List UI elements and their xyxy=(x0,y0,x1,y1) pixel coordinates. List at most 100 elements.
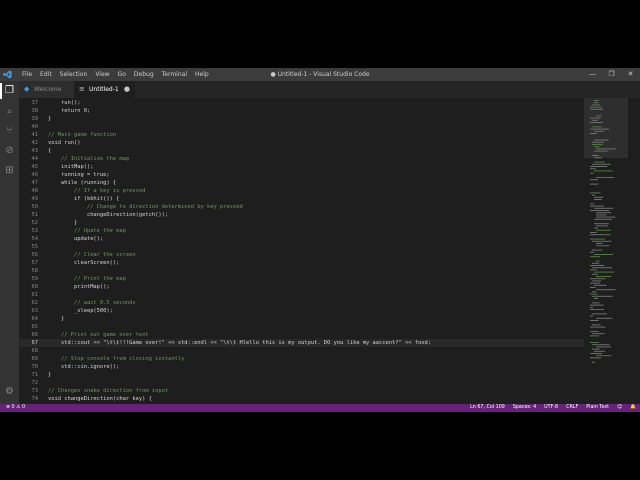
minimap-line xyxy=(594,196,604,198)
tab-label: Untitled-1 xyxy=(89,86,119,93)
restore-icon[interactable]: ❐ xyxy=(602,68,621,81)
code-line[interactable]: 71} xyxy=(19,371,584,379)
code-line[interactable]: 41 // Main game function xyxy=(19,131,584,139)
code-line[interactable]: 69 // Stop console from closing instantl… xyxy=(19,355,584,363)
source-control-icon[interactable]: ⑂ xyxy=(3,124,16,137)
code-line[interactable]: 62 // wait 0.5 seconds xyxy=(19,299,584,307)
minimap-line xyxy=(594,207,614,209)
search-icon[interactable]: ⌕ xyxy=(3,105,16,118)
code-line[interactable]: 59 // Print the map xyxy=(19,275,584,283)
menu-debug[interactable]: Debug xyxy=(130,68,158,81)
cursor-position[interactable]: Ln 67, Col 109 xyxy=(470,404,505,412)
problems-indicator[interactable]: ⊗ 0 ⚠ 0 xyxy=(6,404,25,412)
line-number: 60 xyxy=(31,284,39,290)
settings-gear-icon[interactable]: ⚙ xyxy=(3,385,16,398)
code-line[interactable]: 42 void run() xyxy=(19,139,584,147)
code-editor[interactable]: 37 run(); 38 return 0; 39} 40 41// Main game… xyxy=(19,98,584,404)
line-number: 48 xyxy=(31,188,39,194)
code-line[interactable]: 58 xyxy=(19,267,584,275)
minimap-line xyxy=(592,291,597,293)
code-line[interactable]: 68 xyxy=(19,347,584,355)
code-line[interactable]: 61 xyxy=(19,291,584,299)
minimap-line xyxy=(594,284,607,286)
code-line[interactable]: 64 } xyxy=(19,315,584,323)
minimap-line xyxy=(592,273,598,275)
code-line[interactable]: 40 xyxy=(19,123,584,131)
debug-icon[interactable]: ⊘ xyxy=(3,144,16,157)
code-line[interactable]: 70 std::cin.ignore(); xyxy=(19,363,584,371)
code-line[interactable]: 38 return 0; xyxy=(19,107,584,115)
notifications-bell-icon[interactable]: 🔔 xyxy=(630,404,636,412)
line-text: _sleep(500); xyxy=(48,308,113,314)
code-line[interactable]: 54 update(); xyxy=(19,235,584,243)
minimap-line xyxy=(592,267,613,269)
code-line[interactable]: 37 run(); xyxy=(19,99,584,107)
code-line[interactable]: 46 running = true; xyxy=(19,171,584,179)
line-number: 71 xyxy=(31,372,39,378)
vscode-window: ● Untitled-1 - Visual Studio Code File E… xyxy=(0,68,640,412)
encoding[interactable]: UTF-8 xyxy=(544,404,558,412)
line-number: 68 xyxy=(31,348,39,354)
code-line[interactable]: 67 std::cout << "\t\t!!!Game over!" << s… xyxy=(19,339,584,347)
explorer-icon[interactable]: ❐ xyxy=(3,84,16,97)
minimap-line xyxy=(590,133,598,134)
code-line[interactable]: 48 // If a key is pressed xyxy=(19,187,584,195)
menu-go[interactable]: Go xyxy=(114,68,130,81)
indentation[interactable]: Spaces: 4 xyxy=(513,404,536,412)
minimap-line xyxy=(596,177,615,178)
line-ending[interactable]: CRLF xyxy=(566,404,578,412)
minimap-line xyxy=(590,304,604,306)
line-text: { xyxy=(48,148,52,154)
code-line[interactable]: 50 // Change to direction determined by … xyxy=(19,203,584,211)
code-line[interactable]: 73 // Changes snake direction from input xyxy=(19,387,584,395)
code-line[interactable]: 49 if (kbhit()) { xyxy=(19,195,584,203)
line-number: 37 xyxy=(31,100,39,106)
minimap[interactable] xyxy=(584,98,640,404)
code-line[interactable]: 63 _sleep(500); xyxy=(19,307,584,315)
code-line[interactable]: 43 { xyxy=(19,147,584,155)
line-number: 61 xyxy=(31,292,39,298)
code-line[interactable]: 52 } xyxy=(19,219,584,227)
minimap-line xyxy=(590,117,601,119)
minimize-icon[interactable]: — xyxy=(583,68,602,81)
code-line[interactable]: 53 // Upate the map xyxy=(19,227,584,235)
code-line[interactable]: 57 clearScreen(); xyxy=(19,259,584,267)
minimap-line xyxy=(596,214,607,216)
code-line[interactable]: 74 void changeDirection(char key) { xyxy=(19,395,584,403)
code-line[interactable]: 47 while (running) { xyxy=(19,179,584,187)
code-line[interactable]: 44 // Initialize the map xyxy=(19,155,584,163)
language-mode[interactable]: Plain Text xyxy=(586,404,609,412)
tab-untitled-1[interactable]: ≡ Untitled-1 ● xyxy=(74,81,135,98)
minimap-line xyxy=(594,199,602,200)
feedback-icon[interactable]: ☺ xyxy=(617,404,622,412)
menu-terminal[interactable]: Terminal xyxy=(158,68,191,81)
close-icon[interactable]: ✕ xyxy=(621,68,640,81)
code-line[interactable]: 51 changeDirection(getch()); xyxy=(19,211,584,219)
status-bar: ⊗ 0 ⚠ 0 Ln 67, Col 109 Spaces: 4 UTF-8 C… xyxy=(0,404,640,412)
minimap-line xyxy=(596,115,602,117)
code-line[interactable]: 56 // Clear the screen xyxy=(19,251,584,259)
line-text: // Stop console from closing instantly xyxy=(48,356,185,362)
code-line[interactable]: 55 xyxy=(19,243,584,251)
code-line[interactable]: 45 initMap(); xyxy=(19,163,584,171)
menu-file[interactable]: File xyxy=(18,68,36,81)
file-icon: ≡ xyxy=(79,85,85,93)
minimap-line xyxy=(590,172,594,174)
activity-bar: ❐ ⌕ ⑂ ⊘ ⊞ ⚙ xyxy=(0,81,19,404)
menu-help[interactable]: Help xyxy=(191,68,213,81)
tab-welcome[interactable]: ◆ Welcome xyxy=(19,81,74,98)
extensions-icon[interactable]: ⊞ xyxy=(3,164,16,177)
unsaved-dot-icon[interactable]: ● xyxy=(124,81,130,98)
code-line[interactable]: 39} xyxy=(19,115,584,123)
minimap-line xyxy=(592,126,602,128)
code-line[interactable]: 65 xyxy=(19,323,584,331)
code-line[interactable]: 66 // Print out game over text xyxy=(19,331,584,339)
line-text: // Main game function xyxy=(48,132,117,138)
menu-selection[interactable]: Selection xyxy=(56,68,92,81)
code-line[interactable]: 72 xyxy=(19,379,584,387)
menu-view[interactable]: View xyxy=(91,68,113,81)
minimap-line xyxy=(590,128,609,130)
menu-edit[interactable]: Edit xyxy=(36,68,56,81)
code-line[interactable]: 60 printMap(); xyxy=(19,283,584,291)
minimap-line xyxy=(590,309,605,310)
